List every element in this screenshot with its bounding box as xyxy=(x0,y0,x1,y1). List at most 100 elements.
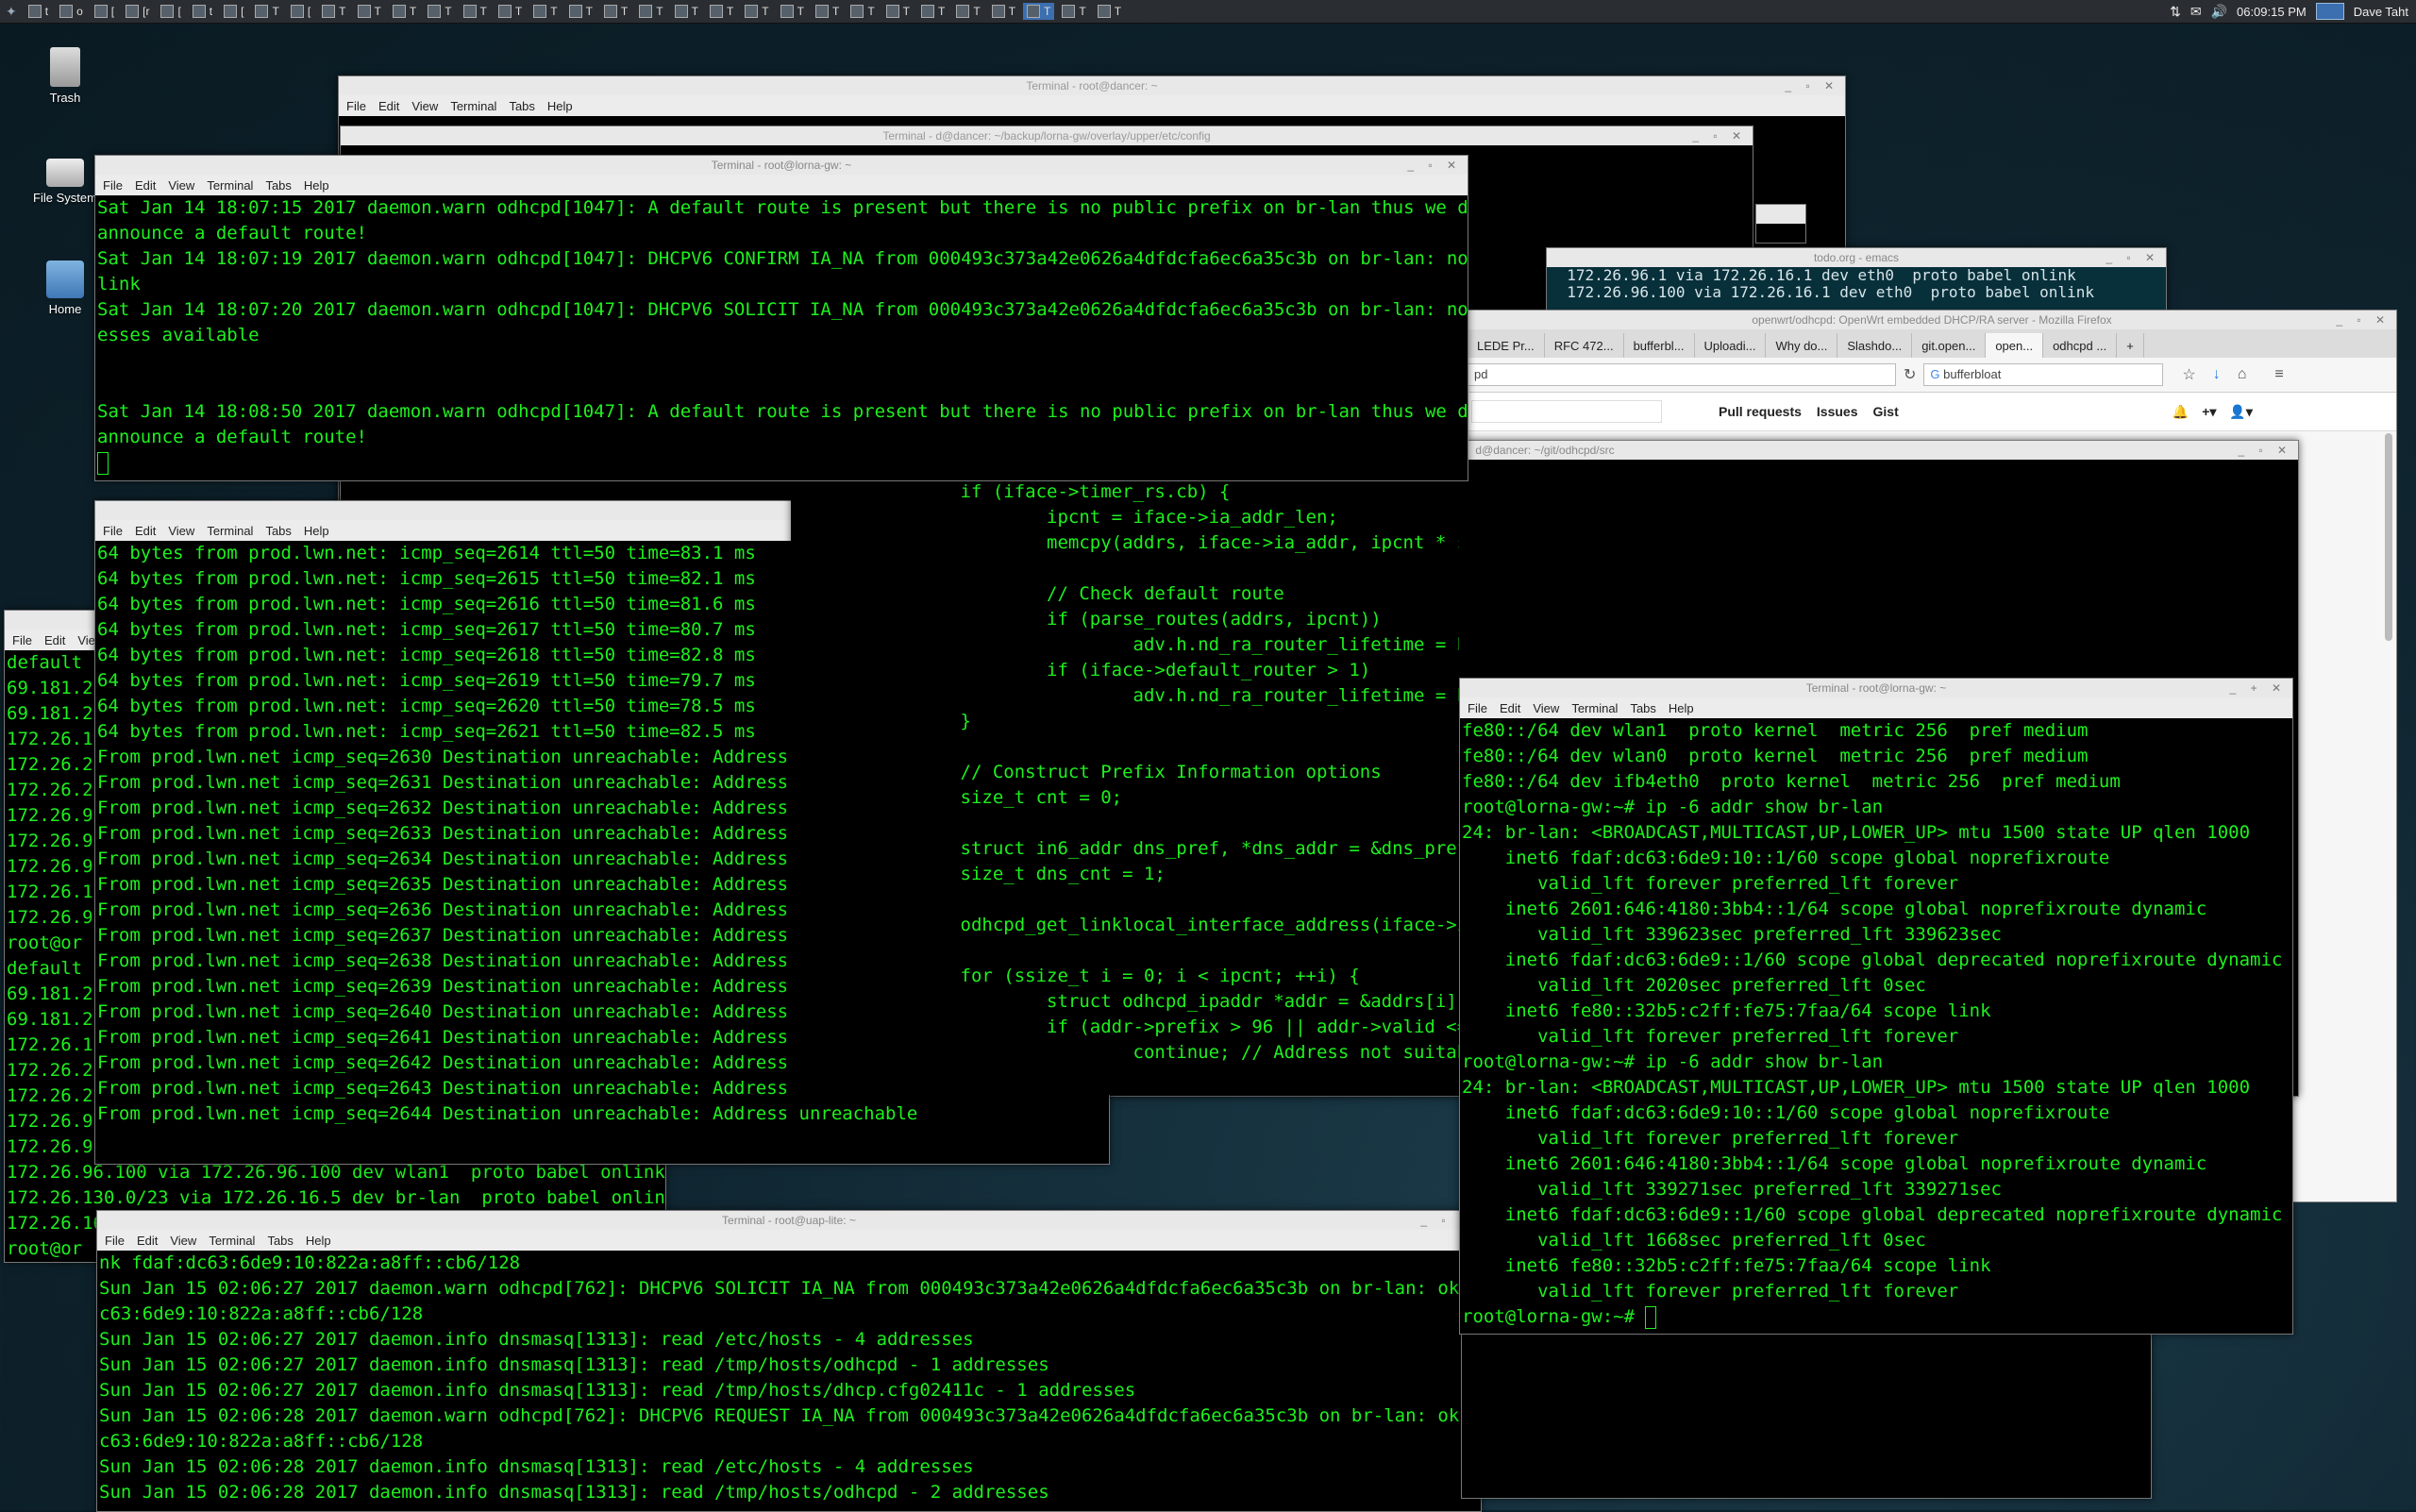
taskbar-button[interactable]: T xyxy=(741,3,772,20)
nav-gist[interactable]: Gist xyxy=(1873,404,1899,419)
taskbar-button[interactable]: T xyxy=(777,3,808,20)
menu-view[interactable]: View xyxy=(1533,701,1559,715)
menu-edit[interactable]: Edit xyxy=(137,1234,158,1248)
network-icon[interactable]: ⇅ xyxy=(2170,4,2181,20)
menu-terminal[interactable]: Terminal xyxy=(209,1234,255,1248)
browser-tab[interactable]: LEDE Pr... xyxy=(1468,333,1545,358)
menu-icon[interactable]: ≡ xyxy=(2274,366,2283,383)
code-window-front[interactable]: if (iface->timer_rs.cb) { ipcnt = iface-… xyxy=(791,479,1459,1095)
menu-help[interactable]: Help xyxy=(304,178,329,193)
taskbar-button[interactable]: T xyxy=(354,3,385,20)
terminal-window-lorna-log[interactable]: Terminal - root@lorna-gw: ~ _ ▫ ✕ File Ed… xyxy=(94,155,1468,481)
menu-edit[interactable]: Edit xyxy=(135,524,156,538)
user-icon[interactable] xyxy=(2315,3,2344,20)
user-name[interactable]: Dave Taht xyxy=(2354,5,2408,19)
menu-terminal[interactable]: Terminal xyxy=(207,524,253,538)
taskbar-button[interactable]: [ xyxy=(287,3,314,20)
menu-file[interactable]: File xyxy=(103,524,123,538)
terminal-output[interactable]: fe80::/64 dev wlan1 proto kernel metric … xyxy=(1460,718,2292,1330)
browser-tab[interactable]: Why do... xyxy=(1766,333,1838,358)
menu-view[interactable]: View xyxy=(170,1234,196,1248)
notification-bell-icon[interactable]: 🔔 xyxy=(2173,404,2189,420)
taskbar-button[interactable]: T xyxy=(706,3,737,20)
taskbar-button[interactable]: T xyxy=(251,3,282,20)
menu-tabs[interactable]: Tabs xyxy=(1630,701,1655,715)
window-title[interactable]: openwrt/odhcpd: OpenWrt embedded DHCP/RA… xyxy=(1468,311,2396,329)
window-title[interactable]: Terminal - d@dancer: ~/backup/lorna-gw/o… xyxy=(341,126,1753,145)
taskbar-button[interactable]: T xyxy=(318,3,349,20)
nav-pull-requests[interactable]: Pull requests xyxy=(1719,404,1802,419)
taskbar-button[interactable]: t xyxy=(189,3,216,20)
menu-tabs[interactable]: Tabs xyxy=(265,178,291,193)
search-box[interactable]: G bufferbloat xyxy=(1923,363,2164,386)
window-title[interactable] xyxy=(1756,205,1805,224)
reload-icon[interactable]: ↻ xyxy=(1904,365,1916,384)
url-bar[interactable]: pd xyxy=(1468,363,1896,386)
menu-view[interactable]: View xyxy=(411,99,438,113)
trash-desktop-icon[interactable]: Trash xyxy=(23,47,108,105)
taskbar-button[interactable]: [r xyxy=(122,3,153,20)
browser-tab[interactable]: Slashdo... xyxy=(1837,333,1913,358)
small-window[interactable] xyxy=(1755,204,1806,244)
taskbar-button[interactable]: T xyxy=(1094,3,1125,20)
terminal-output[interactable]: Sat Jan 14 18:07:15 2017 daemon.warn odh… xyxy=(95,195,1468,476)
menu-edit[interactable]: Edit xyxy=(378,99,399,113)
github-search[interactable] xyxy=(1471,400,1662,423)
window-title[interactable]: todo.org - emacs _ ▫ ✕ xyxy=(1547,248,2166,267)
menu-file[interactable]: File xyxy=(105,1234,125,1248)
taskbar-button[interactable]: T xyxy=(917,3,948,20)
browser-tab[interactable]: git.open... xyxy=(1912,333,1987,358)
taskbar-button[interactable]: T xyxy=(389,3,420,20)
taskbar-button[interactable]: T xyxy=(495,3,526,20)
menu-edit[interactable]: Edit xyxy=(135,178,156,193)
terminal-output[interactable]: nk fdaf:dc63:6de9:10:822a:a8ff::cb6/128 S… xyxy=(97,1251,1481,1505)
menu-terminal[interactable]: Terminal xyxy=(207,178,253,193)
new-tab-icon[interactable]: + xyxy=(2117,333,2144,358)
menu-file[interactable]: File xyxy=(103,178,123,193)
menu-file[interactable]: File xyxy=(346,99,366,113)
menu-help[interactable]: Help xyxy=(1669,701,1694,715)
taskbar-button[interactable]: T xyxy=(812,3,843,20)
menu-file[interactable]: File xyxy=(12,633,32,647)
taskbar-button[interactable]: T xyxy=(988,3,1019,20)
taskbar-button[interactable]: T xyxy=(1058,3,1089,20)
browser-tab[interactable]: bufferbl... xyxy=(1624,333,1695,358)
taskbar-button[interactable]: T xyxy=(635,3,666,20)
menu-view[interactable]: View xyxy=(168,178,194,193)
taskbar-button[interactable]: o xyxy=(56,3,87,20)
emacs-buffer[interactable]: 172.26.96.1 via 172.26.16.1 dev eth0 pro… xyxy=(1547,267,2166,301)
taskbar-button[interactable]: T xyxy=(1023,3,1055,20)
browser-tab[interactable]: open... xyxy=(1986,333,2044,358)
taskbar-button[interactable]: [ xyxy=(91,3,118,20)
menu-help[interactable]: Help xyxy=(306,1234,331,1248)
volume-icon[interactable]: 🔊 xyxy=(2211,4,2227,20)
plus-icon[interactable]: +▾ xyxy=(2202,404,2216,420)
menu-view[interactable]: View xyxy=(168,524,194,538)
window-title[interactable]: Terminal - root@lorna-gw: ~ _ ▫ ✕ xyxy=(95,156,1468,175)
taskbar-button[interactable]: T xyxy=(671,3,702,20)
taskbar-button[interactable]: T xyxy=(460,3,491,20)
taskbar-button[interactable]: t xyxy=(25,3,52,20)
taskbar-button[interactable]: [ xyxy=(220,3,247,20)
window-title[interactable]: Terminal - root@uap-lite: ~ _ ▫ ✕ xyxy=(97,1211,1481,1230)
menu-edit[interactable]: Edit xyxy=(1500,701,1520,715)
browser-tab[interactable]: odhcpd ... xyxy=(2043,333,2118,358)
taskbar-button[interactable]: [ xyxy=(157,3,184,20)
terminal-window-uap[interactable]: Terminal - root@uap-lite: ~ _ ▫ ✕ File Ed… xyxy=(96,1210,1482,1512)
taskbar-button[interactable]: T xyxy=(529,3,561,20)
scrollbar[interactable] xyxy=(2385,433,2392,641)
home-icon[interactable]: ⌂ xyxy=(2238,366,2247,383)
menu-edit[interactable]: Edit xyxy=(44,633,65,647)
bookmark-star-icon[interactable]: ☆ xyxy=(2182,365,2195,384)
menu-tabs[interactable]: Tabs xyxy=(265,524,291,538)
emacs-window[interactable]: todo.org - emacs _ ▫ ✕ 172.26.96.1 via 17… xyxy=(1546,247,2167,315)
code-buffer-front[interactable]: if (iface->timer_rs.cb) { ipcnt = iface-… xyxy=(791,479,1460,1066)
terminal-window-lorna-ipaddr[interactable]: Terminal - root@lorna-gw: ~ _ + ✕ File Ed… xyxy=(1459,678,2293,1335)
menu-terminal[interactable]: Terminal xyxy=(1571,701,1618,715)
clock[interactable]: 06:09:15 PM xyxy=(2237,5,2307,19)
download-icon[interactable]: ↓ xyxy=(2213,366,2221,383)
avatar[interactable]: 👤▾ xyxy=(2229,404,2252,420)
taskbar-button[interactable]: T xyxy=(847,3,878,20)
browser-tab[interactable]: RFC 472... xyxy=(1545,333,1624,358)
taskbar-button[interactable]: T xyxy=(600,3,631,20)
